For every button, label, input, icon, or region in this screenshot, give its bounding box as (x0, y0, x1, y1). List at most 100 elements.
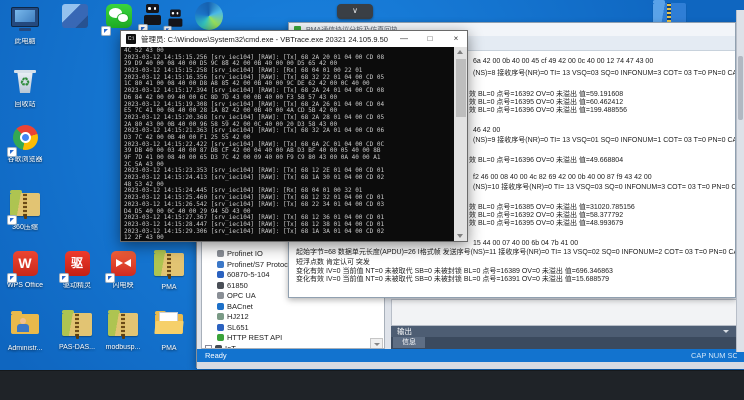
protocol-icon (217, 292, 224, 299)
analysis-line: 15 44 00 07 40 00 6b 04 7b 41 00 (473, 240, 579, 247)
document-pane (391, 299, 737, 326)
icon-label: PMA (161, 345, 177, 352)
protocol-icon (217, 302, 224, 310)
protocol-icon (217, 281, 224, 289)
right-scrollbar[interactable] (736, 10, 744, 352)
desktop-screen: 此电脑 ∨ ♻ 回收站 谷歌浏览器 360压缩 W WPS Office 驱 驱… (0, 0, 744, 400)
tree-item-label: OPC UA (227, 291, 256, 300)
protocol-icon (217, 334, 224, 341)
chevron-down-icon (723, 330, 729, 333)
tree-item-opc-ua[interactable]: OPC UA (217, 291, 256, 301)
icon-label: 谷歌浏览器 (7, 156, 43, 163)
title-bar[interactable]: C:\ 管理员: C:\Windows\System32\cmd.exe - V… (121, 31, 467, 47)
cmd-log-line: 12 2F 43 00 (124, 234, 164, 241)
zip-folder-icon (107, 310, 139, 343)
tree-item-hj212[interactable]: HJ212 (217, 312, 249, 322)
desktop-icon-administrator[interactable]: Administr... (2, 310, 48, 353)
analysis-line: (NS)=10 接收序号(NR)=0 TI= 13 VSQ=03 SQ=0 IN… (473, 184, 735, 191)
maximize-button[interactable]: □ (421, 31, 439, 47)
analysis-line: f2 46 00 08 40 00 4c 82 69 42 00 0b 40 0… (473, 174, 652, 181)
icon-label: WPS Office (6, 282, 44, 289)
edge-icon (193, 2, 225, 32)
robot-icon (139, 4, 164, 33)
shortcut-badge (8, 274, 16, 282)
analysis-line: 变化有效 IV=0 当前值 NT=0 未被取代 SB=0 未被封锁 BL=0 点… (296, 276, 609, 283)
protocol-icon (217, 260, 224, 268)
3d-cube-icon (59, 4, 91, 34)
analysis-line: 46 42 00 (473, 127, 501, 134)
desktop-icon-pas-das-zip[interactable]: PAS-DAS... (54, 310, 100, 352)
desktop-icon-wps[interactable]: W WPS Office (2, 250, 48, 290)
shortcut-badge (8, 148, 16, 156)
zip-folder-icon (8, 190, 41, 224)
console-scrollbar[interactable] (454, 47, 467, 241)
tree-item-bacnet[interactable]: BACnet (217, 302, 253, 312)
minimize-button[interactable]: — (395, 31, 413, 47)
console-output[interactable]: 4C 52 43 00 2023-03-12 14:15:15.256 [srv_… (121, 47, 467, 241)
desktop-icon-chrome[interactable]: 谷歌浏览器 (2, 124, 48, 164)
desktop-icon-driver-genius[interactable]: 驱 驱动精灵 (54, 250, 100, 290)
cmd-icon: C:\ (126, 34, 136, 44)
icon-label: 360压缩 (12, 224, 38, 231)
tree-item-profinet-s7-protocol[interactable]: Profinet/S7 Protocol (217, 260, 294, 270)
shortcut-badge (106, 274, 114, 282)
tree-item-label: 60870-5-104 (227, 270, 270, 279)
scroll-down-arrow[interactable] (457, 234, 463, 238)
tree-item-profinet-io[interactable]: Profinet IO (217, 249, 263, 259)
tree-item-label: HJ212 (227, 312, 249, 321)
protocol-icon (217, 271, 224, 278)
tree-item-60870-5-104[interactable]: 60870-5-104 (217, 270, 270, 280)
this-pc-icon (9, 7, 41, 37)
analysis-line: 效 BL=0 点号=16392 OV=0 未溢出 值=58.377792 (469, 212, 624, 219)
window-bottom-frame (197, 362, 744, 369)
desktop-icon-360zip[interactable]: 360压缩 (2, 190, 48, 232)
protocol-icon (217, 323, 224, 331)
desktop-icon-flash-video[interactable]: 闪电映 (100, 250, 146, 290)
shortcut-badge (60, 274, 68, 282)
user-folder-icon (9, 311, 41, 344)
close-button[interactable]: × (447, 31, 465, 47)
zip-folder-icon (153, 250, 185, 283)
protocol-icon (217, 313, 224, 320)
desktop-icon-this-pc[interactable]: 此电脑 (2, 6, 48, 46)
icon-label: PAS-DAS... (58, 344, 96, 351)
analysis-line: 6a 42 00 0b 40 00 45 cf 49 42 00 0c 40 0… (473, 58, 654, 65)
scrollbar-thumb[interactable] (738, 56, 743, 120)
tree-item-label: HTTP REST API (227, 333, 283, 342)
icon-label: 闪电映 (112, 282, 134, 289)
recycle-bin-icon: ♻ (9, 70, 41, 100)
tree-item-61850[interactable]: 61850 (217, 281, 248, 291)
taskbar: 13°C 晴阴 搜索 ⚙ ^ 中 14:16 202 (0, 370, 744, 400)
icon-label: PMA (161, 284, 177, 291)
desktop-icon-pma-folder[interactable]: PMA (146, 310, 192, 353)
status-bar: Ready CAP NUM SCRL (197, 349, 744, 362)
tree-item-sl651[interactable]: SL651 (217, 323, 249, 333)
tree-item-http-rest-api[interactable]: HTTP REST API (217, 333, 282, 343)
desktop-icon-modbus-zip[interactable]: modbusp... (100, 310, 146, 352)
output-pane-header[interactable]: 输出 (391, 326, 737, 337)
analysis-line: 效 BL=0 点号=16396 OV=0 未溢出 值=49.668804 (469, 157, 624, 164)
analysis-line: 效 BL=0 点号=16395 OV=0 未溢出 值=48.993679 (469, 220, 624, 227)
tree-item-label: BACnet (227, 301, 253, 311)
scrollbar-thumb[interactable] (455, 59, 466, 117)
icon-label: modbusp... (105, 344, 141, 351)
cmd-window: C:\ 管理员: C:\Windows\System32\cmd.exe - V… (120, 30, 468, 242)
analysis-line: 变化有效 IV=0 当前值 NT=0 未被取代 SB=0 未被封锁 BL=0 点… (296, 268, 613, 275)
output-pane-title: 输出 (397, 327, 412, 336)
shortcut-badge (8, 216, 16, 224)
desktop-icon-recycle-bin[interactable]: ♻ 回收站 (2, 70, 48, 109)
video-app-icon (106, 251, 139, 282)
status-text: Ready (205, 351, 227, 360)
icon-label: 此电脑 (14, 38, 36, 45)
scroll-up-arrow[interactable] (457, 50, 463, 54)
analysis-line: 效 BL=0 点号=16396 OV=0 未溢出 值=199.488556 (469, 107, 627, 114)
desktop-icon-edge[interactable] (186, 1, 232, 32)
desktop-icon-3d-cube[interactable] (52, 2, 98, 34)
tab-info[interactable]: 信息 (393, 337, 425, 348)
icon-label: Administr... (7, 345, 43, 352)
widget-collapse-button[interactable]: ∨ (337, 4, 373, 19)
tree-scrollbar-down-button[interactable] (370, 338, 383, 348)
analysis-line: (NS)=8 接收序号(NR)=0 TI= 13 VSQ=03 SQ=0 INF… (473, 70, 735, 77)
desktop-icon-pma-zip[interactable]: PMA (146, 250, 192, 292)
shortcut-badge (102, 27, 110, 35)
